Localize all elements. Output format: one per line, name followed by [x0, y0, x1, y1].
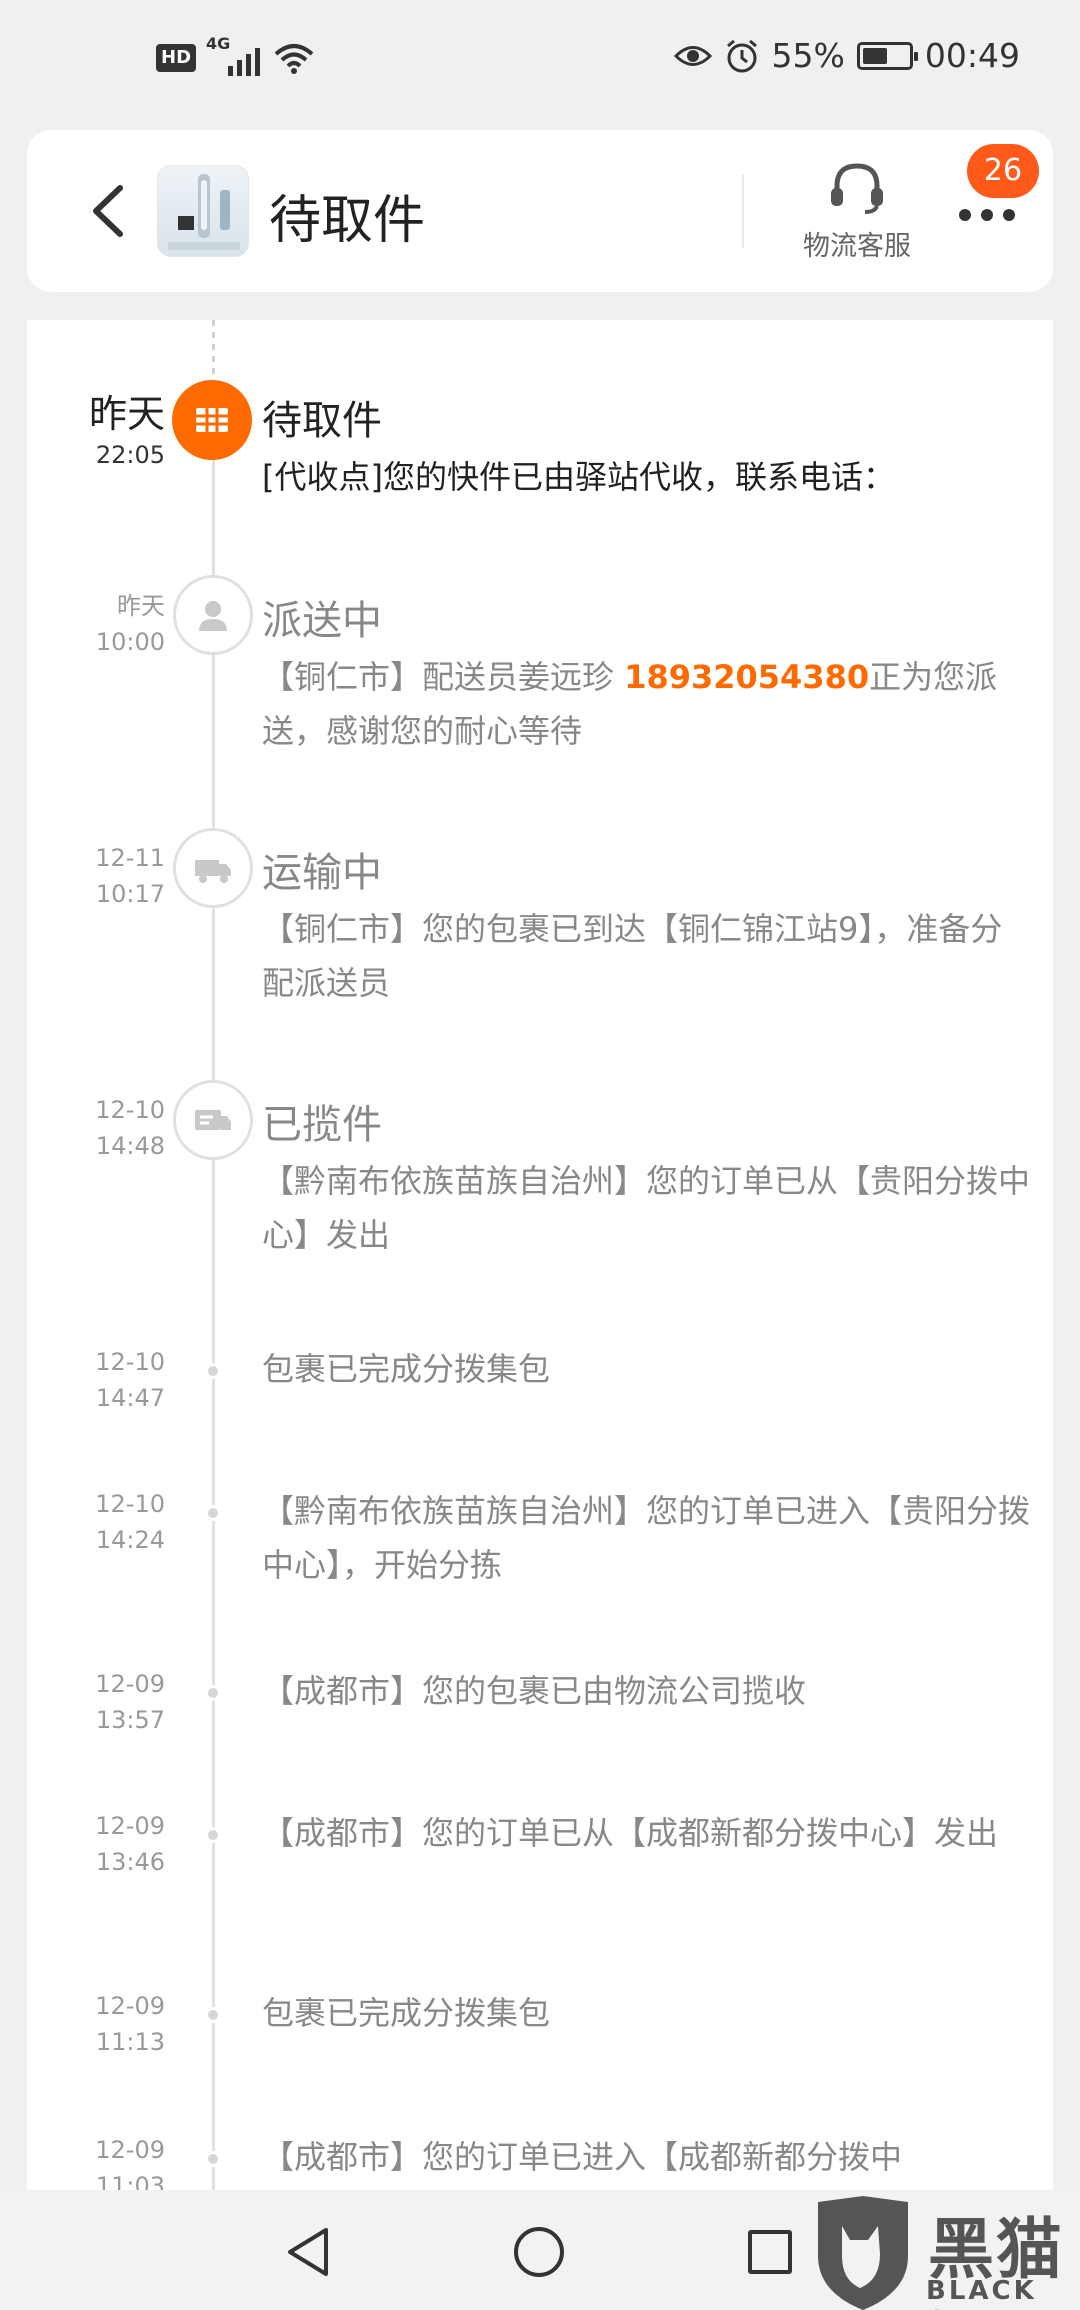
- grid-icon: [172, 380, 252, 460]
- event-date: 12-10 14:48: [95, 1096, 165, 1160]
- timeline-dot: [205, 1363, 221, 1379]
- battery-icon: [856, 41, 918, 70]
- timeline-dot: [205, 1505, 221, 1521]
- event-desc: 【成都市】您的订单已进入【成都新都分拨中: [262, 2138, 903, 2176]
- nav-recent-icon[interactable]: [748, 2230, 792, 2274]
- event-desc: 【铜仁市】配送员姜远珍 18932054380正为您派送，感谢您的耐心等待: [262, 658, 998, 750]
- cat-shield-logo: [818, 2196, 908, 2310]
- event-desc: 包裹已完成分拨集包: [262, 1350, 551, 1388]
- watermark-sub: BLACK CAT: [926, 2276, 1037, 2310]
- truck-icon: [173, 828, 253, 908]
- event-title: 待取件: [262, 398, 382, 444]
- logistics-service-button[interactable]: 物流客服: [787, 160, 927, 263]
- timeline-dash: [212, 320, 215, 380]
- alarm-icon: [726, 39, 757, 72]
- event-date: 12-09 13:46: [95, 1812, 165, 1876]
- back-arrow-icon[interactable]: [82, 180, 138, 242]
- timeline-dot: [205, 2151, 221, 2167]
- blackcat-watermark: 黑猫 BLACK CAT: [808, 2196, 1080, 2310]
- event-desc: 【成都市】您的包裹已由物流公司揽收: [262, 1672, 807, 1710]
- headset-icon: [831, 163, 883, 214]
- event-date: 12-10 14:24: [95, 1490, 165, 1554]
- product-thumbnail[interactable]: [157, 165, 249, 257]
- page-title: 待取件: [269, 191, 426, 251]
- timeline-dot: [205, 1685, 221, 1701]
- battery-fill: [862, 47, 888, 64]
- nav-back-icon[interactable]: [282, 2224, 334, 2280]
- event-title: 已揽件: [262, 1102, 382, 1148]
- event-date: 12-09 13:57: [95, 1670, 165, 1734]
- status-left: HD 4G: [156, 34, 316, 76]
- event-desc: [代收点]您的快件已由驿站代收，联系电话：: [262, 458, 895, 496]
- event-desc: 【铜仁市】您的包裹已到达【铜仁锦江站9】，准备分配派送员: [262, 910, 1003, 1002]
- status-right: 55% 00:49: [673, 36, 1020, 75]
- event-desc: 包裹已完成分拨集包: [262, 1994, 551, 2032]
- person-icon: [173, 575, 253, 655]
- logistics-timeline: 昨天 22:05 待取件 [代收点]您的快件已由驿站代收，联系电话： 昨天 10…: [27, 320, 1053, 2310]
- event-desc: 【黔南布依族苗族自治州】您的订单已从【贵阳分拨中心】发出: [262, 1162, 1031, 1254]
- event-date: 12-10 14:47: [95, 1348, 165, 1412]
- status-bar: HD 4G 55% 00:49: [0, 0, 1080, 120]
- event-date: 12-09 11:13: [95, 1992, 165, 2056]
- nav-home-icon[interactable]: [514, 2227, 564, 2277]
- event-date: 昨天 10:00: [95, 592, 165, 656]
- more-icon[interactable]: [947, 200, 1027, 230]
- van-icon: [173, 1080, 253, 1160]
- message-count-badge: 26: [967, 144, 1039, 198]
- event-title: 运输中: [262, 850, 382, 896]
- timeline-dot: [205, 2007, 221, 2023]
- event-date: 12-11 10:17: [95, 844, 165, 908]
- courier-phone-link[interactable]: 18932054380: [624, 658, 869, 696]
- clock: 00:49: [924, 36, 1020, 75]
- event-desc: 【成都市】您的订单已从【成都新都分拨中心】发出: [262, 1814, 999, 1852]
- battery-percent: 55%: [771, 36, 845, 75]
- wifi-icon: [274, 44, 314, 74]
- header-card: 待取件 物流客服 26: [27, 130, 1053, 292]
- network-type: 4G: [206, 34, 231, 53]
- eye-icon: [673, 45, 712, 66]
- signal-icon: 4G: [206, 34, 262, 76]
- hd-badge: HD: [156, 44, 197, 72]
- header-divider: [742, 174, 744, 248]
- timeline-dot: [205, 1827, 221, 1843]
- service-label: 物流客服: [803, 231, 911, 262]
- event-desc: 【黔南布依族苗族自治州】您的订单已进入【贵阳分拨中心】，开始分拣: [262, 1492, 1031, 1584]
- event-date: 昨天 22:05: [88, 392, 165, 469]
- event-title: 派送中: [262, 598, 382, 644]
